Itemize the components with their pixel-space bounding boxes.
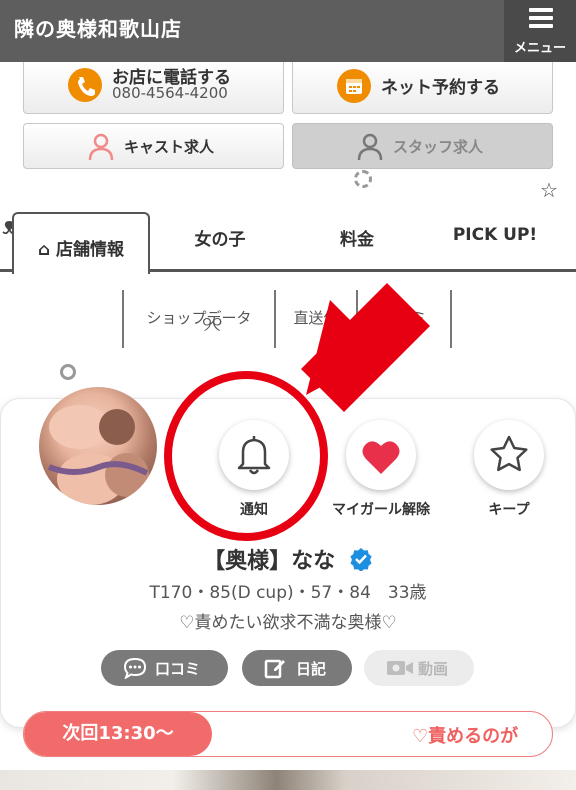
next-shift: 次回13:30〜	[24, 712, 212, 756]
shop-title[interactable]: 隣の奥様和歌山店	[14, 0, 182, 58]
video-camera-icon	[387, 661, 413, 675]
avatar[interactable]	[39, 387, 157, 505]
phone-number: 080-4564-4200	[112, 84, 228, 102]
cast-name-row: 【奥様】なな	[0, 543, 576, 577]
mygirl-button[interactable]	[346, 420, 416, 490]
schedule-banner[interactable]: 次回13:30〜 ♡責めるのが	[23, 711, 553, 757]
ring-doodle-icon	[60, 364, 76, 380]
edit-icon	[264, 659, 285, 679]
subtab-reviews[interactable]: 口コミ (8件)	[356, 290, 452, 348]
person-icon	[357, 133, 383, 165]
verified-badge-icon	[349, 547, 373, 577]
staff-recruit-label: スタッフ求人	[393, 138, 484, 156]
review-button-label: 口コミ	[155, 660, 201, 678]
calendar-icon	[337, 69, 371, 103]
menu-label: メニュー	[513, 41, 566, 56]
tab-girls[interactable]: 女の子	[180, 225, 260, 250]
video-button[interactable]: 動画	[364, 650, 474, 686]
menu-button[interactable]: メニュー	[504, 0, 576, 62]
cast-catchphrase: ♡責めたい欲求不満な奥様♡	[179, 613, 397, 633]
star-doodle-icon: ☆	[540, 178, 558, 202]
schedule-message: ♡責めるのが	[412, 726, 519, 747]
staff-recruit-button[interactable]: スタッフ求人	[292, 123, 553, 169]
cast-name: 【奥様】なな	[203, 549, 336, 574]
heart-icon	[362, 441, 400, 474]
ring-doodle-icon	[354, 170, 372, 188]
notify-label: 通知	[240, 502, 268, 518]
video-button-label: 動画	[418, 660, 449, 678]
review-button[interactable]: 口コミ	[101, 650, 228, 686]
subtab-shop-data[interactable]: ショップデータ	[122, 290, 274, 348]
web-reserve-label: ネット予約する	[381, 78, 500, 98]
person-icon	[88, 133, 114, 165]
web-reserve-button[interactable]: ネット予約する	[292, 62, 553, 114]
keep-button[interactable]	[474, 420, 544, 490]
bell-icon	[237, 436, 271, 475]
main-tabs: ⌂ 店舗情報 女の子 料金 PICK UP!	[0, 205, 576, 274]
diary-button[interactable]: 日記	[242, 650, 352, 686]
speech-bubble-icon	[123, 657, 147, 679]
diary-button-label: 日記	[296, 660, 327, 678]
tab-price[interactable]: 料金	[322, 225, 392, 250]
cast-photo[interactable]	[0, 770, 576, 790]
app-header: 隣の奥様和歌山店 メニュー	[0, 0, 576, 62]
notify-button[interactable]	[219, 420, 289, 490]
tab-shop-info[interactable]: ⌂ 店舗情報	[12, 212, 150, 274]
star-icon	[490, 435, 528, 472]
phone-icon	[68, 68, 102, 102]
mygirl-label: マイガール解除	[332, 502, 430, 518]
home-icon: ⌂	[37, 240, 51, 260]
tab-label: 店舗情報	[56, 240, 125, 260]
keep-label: キープ	[488, 502, 530, 518]
cast-recruit-label: キャスト求人	[124, 138, 215, 156]
cast-specs: T170・85(D cup)・57・84 33歳	[149, 583, 427, 603]
review-count: (8件)	[376, 323, 416, 341]
tab-pickup[interactable]: PICK UP!	[440, 225, 550, 245]
hamburger-icon	[529, 8, 553, 32]
subtab-direct-mail[interactable]: 直送便	[274, 290, 356, 348]
cast-recruit-button[interactable]: キャスト求人	[23, 123, 284, 169]
call-shop-button[interactable]: お店に電話する 080-4564-4200	[23, 62, 284, 114]
